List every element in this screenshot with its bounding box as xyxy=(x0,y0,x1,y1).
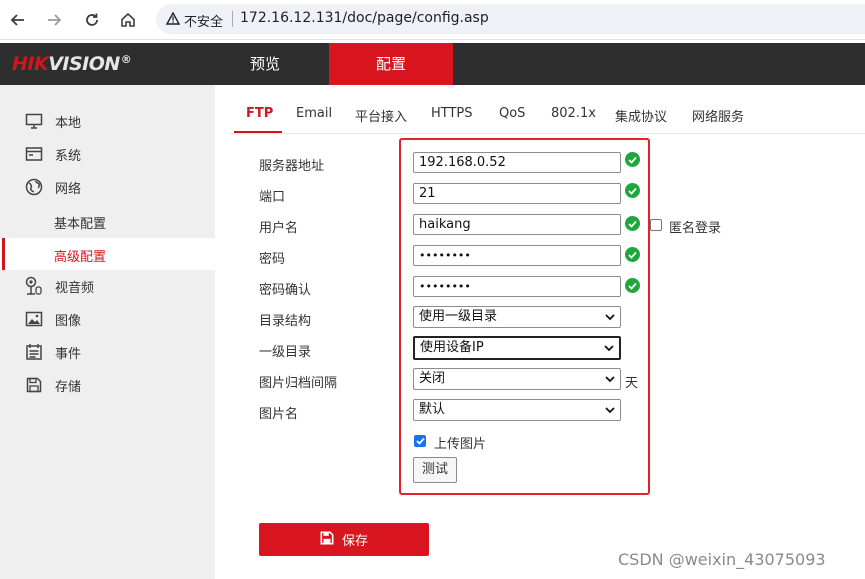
tab-network-service[interactable]: 网络服务 xyxy=(692,106,744,125)
interval-label: 图片归档间隔 xyxy=(259,376,338,391)
dir1-value: 使用设备IP xyxy=(420,340,484,355)
hikvision-logo: HIKVISION® xyxy=(12,53,132,75)
reload-icon[interactable] xyxy=(80,8,104,32)
save-disk-icon xyxy=(320,531,334,549)
sidebar-label-advanced-config: 高级配置 xyxy=(54,250,107,265)
server-address-input[interactable]: 192.168.0.52 xyxy=(413,152,621,173)
chevron-down-icon xyxy=(604,372,616,392)
sidebar-label-local: 本地 xyxy=(55,115,82,131)
upload-picture-label: 上传图片 xyxy=(434,437,487,452)
save-button[interactable]: 保存 xyxy=(259,523,429,556)
check-icon xyxy=(625,216,640,231)
dir-structure-select[interactable]: 使用一级目录 xyxy=(413,306,621,328)
sidebar: 本地 系统 网络 基本配置 高级配置 视音频 图像 事件 存储 xyxy=(0,85,215,579)
browser-toolbar: 不安全 172.16.12.131/doc/page/config.asp xyxy=(0,0,865,40)
dir-structure-value: 使用一级目录 xyxy=(419,309,498,324)
username-label: 用户名 xyxy=(259,221,299,236)
calendar-icon xyxy=(24,342,44,362)
sidebar-label-basic-config: 基本配置 xyxy=(54,217,107,232)
back-icon[interactable] xyxy=(6,8,30,32)
sidebar-label-image: 图像 xyxy=(55,313,82,329)
tab-divider xyxy=(230,133,865,134)
chevron-down-icon xyxy=(604,403,616,423)
check-icon xyxy=(625,247,640,262)
forward-icon[interactable] xyxy=(42,8,66,32)
nav-config[interactable]: 配置 xyxy=(329,43,453,85)
sidebar-item-image[interactable]: 图像 xyxy=(0,303,215,335)
anonymous-login-checkbox[interactable] xyxy=(650,219,662,231)
sidebar-label-network: 网络 xyxy=(55,181,82,197)
check-icon xyxy=(625,183,640,198)
security-indicator[interactable]: 不安全 xyxy=(165,11,224,30)
save-button-label: 保存 xyxy=(341,534,368,549)
sidebar-item-storage[interactable]: 存储 xyxy=(0,369,215,401)
tab-integration-protocol[interactable]: 集成协议 xyxy=(615,106,667,125)
upload-picture-checkbox[interactable] xyxy=(414,435,426,447)
interval-unit: 天 xyxy=(625,376,639,391)
sidebar-item-local[interactable]: 本地 xyxy=(0,105,215,137)
chevron-down-icon xyxy=(604,310,616,330)
sidebar-item-system[interactable]: 系统 xyxy=(0,138,215,170)
nav-preview[interactable]: 预览 xyxy=(204,43,326,85)
sidebar-label-event: 事件 xyxy=(55,346,82,362)
tab-ftp[interactable]: FTP xyxy=(246,106,273,121)
active-indicator xyxy=(2,238,5,270)
globe-icon xyxy=(24,177,44,197)
sidebar-label-system: 系统 xyxy=(55,148,82,164)
interval-select[interactable]: 关闭 xyxy=(413,368,621,390)
sidebar-item-event[interactable]: 事件 xyxy=(0,336,215,368)
password-label: 密码 xyxy=(259,252,286,267)
anonymous-login-label: 匿名登录 xyxy=(669,221,722,236)
address-divider xyxy=(232,11,233,27)
monitor-icon xyxy=(24,111,44,131)
password-confirm-input[interactable]: •••••••• xyxy=(413,276,621,297)
password-confirm-label: 密码确认 xyxy=(259,283,312,298)
tab-platform-access[interactable]: 平台接入 xyxy=(355,106,407,125)
tab-email[interactable]: Email xyxy=(296,106,332,121)
port-label: 端口 xyxy=(259,190,286,205)
password-input[interactable]: •••••••• xyxy=(413,245,621,266)
security-label: 不安全 xyxy=(184,15,224,30)
url-text[interactable]: 172.16.12.131/doc/page/config.asp xyxy=(240,10,489,26)
chevron-down-icon xyxy=(603,341,615,361)
dir1-label: 一级目录 xyxy=(259,345,312,360)
home-icon[interactable] xyxy=(116,8,140,32)
sidebar-label-storage: 存储 xyxy=(55,379,82,395)
interval-value: 关闭 xyxy=(419,371,446,386)
test-button[interactable]: 测试 xyxy=(413,457,457,483)
address-bar[interactable]: 不安全 172.16.12.131/doc/page/config.asp xyxy=(156,4,865,34)
video-audio-icon xyxy=(24,276,44,296)
picture-name-select[interactable]: 默认 xyxy=(413,399,621,421)
sidebar-label-video-audio: 视音频 xyxy=(55,280,95,296)
sidebar-item-advanced-config[interactable]: 高级配置 xyxy=(0,238,215,270)
warning-icon xyxy=(165,11,181,29)
picture-name-label: 图片名 xyxy=(259,407,299,422)
dir1-select[interactable]: 使用设备IP xyxy=(413,336,621,360)
sidebar-item-basic-config[interactable]: 基本配置 xyxy=(0,205,215,237)
save-disk-icon xyxy=(24,375,44,395)
server-address-label: 服务器地址 xyxy=(259,159,325,174)
check-icon xyxy=(625,152,640,167)
check-icon xyxy=(625,278,640,293)
image-icon xyxy=(24,309,44,329)
sidebar-item-network[interactable]: 网络 xyxy=(0,171,215,203)
tab-qos[interactable]: QoS xyxy=(499,106,525,121)
port-input[interactable]: 21 xyxy=(413,183,621,204)
app-header: HIKVISION® 预览 配置 xyxy=(0,43,865,85)
tab-https[interactable]: HTTPS xyxy=(431,106,473,121)
csdn-watermark: CSDN @weixin_43075093 xyxy=(618,550,826,569)
tab-8021x[interactable]: 802.1x xyxy=(551,106,596,121)
system-icon xyxy=(24,144,44,164)
sidebar-item-video-audio[interactable]: 视音频 xyxy=(0,270,215,302)
dir-structure-label: 目录结构 xyxy=(259,314,312,329)
picture-name-value: 默认 xyxy=(419,402,446,417)
username-input[interactable]: haikang xyxy=(413,214,621,235)
